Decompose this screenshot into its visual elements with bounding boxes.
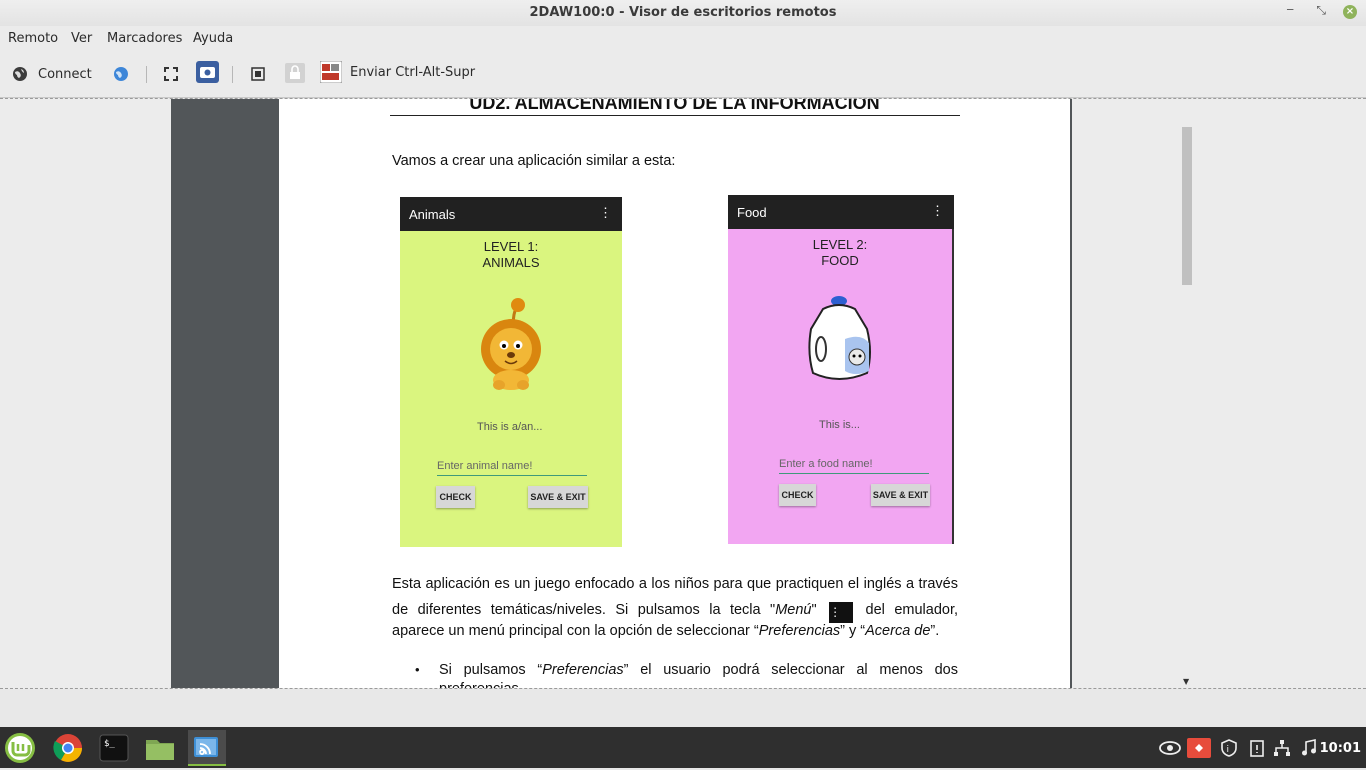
folder-icon: [146, 740, 174, 760]
heading-rule: [390, 115, 960, 116]
close-icon[interactable]: ×: [1343, 5, 1357, 19]
lion-image: [481, 298, 541, 390]
level-label: LEVEL 2:: [812, 237, 868, 252]
app-screenshot-animals: Animals ⋮ LEVEL 1: ANIMALS This is a/an.…: [400, 197, 622, 547]
remote-desktop-icon: [194, 737, 218, 757]
category-label: FOOD: [821, 253, 859, 268]
clock[interactable]: 10:01: [1320, 741, 1361, 756]
app-body: LEVEL 2: FOOD This is... Enter a food na…: [728, 229, 954, 544]
answer-input: Enter a food name!: [779, 458, 929, 474]
keyboard-grab-button[interactable]: [285, 63, 305, 83]
terminal-button[interactable]: $_: [96, 730, 132, 766]
taskbar: $_ i 10:01: [0, 727, 1366, 768]
keyboard-shortcut-icon: [320, 61, 342, 83]
paragraph-line: de diferentes temáticas/niveles. Si puls…: [392, 602, 958, 623]
window-titlebar: 2DAW100:0 - Visor de escritorios remotos…: [0, 0, 1366, 26]
menu-bar: Remoto Ver Marcadores Ayuda: [0, 26, 1366, 50]
scale-button[interactable]: [250, 65, 266, 83]
scale-icon: [251, 67, 265, 81]
linux-mint-icon: [5, 733, 35, 763]
check-button: CHECK: [779, 484, 816, 506]
connect-button[interactable]: Connect: [12, 65, 92, 83]
window-title: 2DAW100:0 - Visor de escritorios remotos: [529, 5, 837, 20]
level-label: LEVEL 1:: [483, 239, 539, 254]
send-ctrl-alt-del-button[interactable]: Enviar Ctrl-Alt-Supr: [320, 61, 476, 83]
app-body: LEVEL 1: ANIMALS This is a/an... Enter a…: [400, 231, 622, 547]
bullet-text-continued: preferencias: [439, 681, 519, 689]
milk-jug-image: [808, 296, 871, 380]
chrome-icon: [53, 734, 82, 762]
menu-key-icon: ⋮: [829, 602, 854, 623]
terminal-icon: $_: [99, 734, 129, 762]
anydesk-icon[interactable]: [1187, 738, 1211, 758]
connect-label: Connect: [38, 66, 92, 82]
scroll-down-icon[interactable]: ▼: [1183, 677, 1189, 686]
svg-text:$_: $_: [104, 739, 115, 749]
fullscreen-icon: [164, 67, 178, 81]
app-action-bar: Food ⋮: [728, 195, 954, 229]
globe-dark-icon: [13, 67, 27, 81]
redshift-eye-icon[interactable]: [1159, 739, 1181, 757]
restore-icon[interactable]: ⤡: [1316, 3, 1326, 18]
bullet-text: Si pulsamos “Preferencias” el usuario po…: [439, 662, 958, 678]
answer-input: Enter animal name!: [437, 460, 587, 476]
clipboard-icon[interactable]: [1248, 739, 1266, 757]
pdf-page: UD2. ALMACENAMIENTO DE LA INFORMACIÓN Va…: [279, 99, 1070, 689]
document-heading: UD2. ALMACENAMIENTO DE LA INFORMACIÓN: [469, 99, 880, 113]
toolbar: Connect Enviar Ctrl-Alt-Supr: [0, 50, 1366, 98]
intro-paragraph: Vamos a crear una aplicación similar a e…: [392, 153, 676, 169]
bullet-icon: •: [415, 662, 420, 677]
toolbar-separator: [146, 66, 147, 83]
screenshot-button[interactable]: [196, 61, 219, 83]
overflow-menu-icon: ⋮: [599, 205, 612, 220]
app-screenshot-food: Food ⋮ LEVEL 2: FOOD This is... Enter a …: [728, 195, 954, 544]
paragraph-line: aparece un menú principal con la opción …: [392, 623, 940, 639]
hint-text: This is a/an...: [477, 421, 543, 433]
menu-marcadores[interactable]: Marcadores: [107, 31, 182, 46]
menu-remoto[interactable]: Remoto: [8, 31, 58, 46]
send-ctrl-alt-del-label: Enviar Ctrl-Alt-Supr: [350, 64, 476, 80]
mint-menu-button[interactable]: [2, 730, 38, 766]
minimize-icon[interactable]: ‒: [1286, 2, 1294, 16]
chrome-button[interactable]: [50, 730, 86, 766]
globe-blue-icon: [114, 67, 128, 81]
sound-icon[interactable]: [1299, 739, 1319, 757]
app-title: Food: [737, 205, 767, 220]
save-exit-button: SAVE & EXIT: [528, 486, 588, 508]
scrollbar-thumb[interactable]: [1182, 127, 1192, 285]
toolbar-separator: [232, 66, 233, 83]
menu-ayuda[interactable]: Ayuda: [193, 31, 233, 46]
app-title: Animals: [409, 207, 456, 222]
camera-icon: [196, 61, 219, 83]
fullscreen-button[interactable]: [163, 65, 179, 83]
save-exit-button: SAVE & EXIT: [871, 484, 930, 506]
lock-icon: [285, 63, 305, 83]
check-button: CHECK: [436, 486, 475, 508]
remote-desktop-view[interactable]: UD2. ALMACENAMIENTO DE LA INFORMACIÓN Va…: [0, 98, 1366, 689]
remote-viewer-button[interactable]: [188, 730, 226, 766]
app-action-bar: Animals ⋮: [400, 197, 622, 231]
network-icon[interactable]: [1272, 739, 1292, 757]
paragraph-line: Esta aplicación es un juego enfocado a l…: [392, 576, 958, 592]
hint-text: This is...: [819, 419, 860, 431]
files-button[interactable]: [142, 730, 178, 766]
menu-ver[interactable]: Ver: [71, 31, 92, 46]
bookmark-globe-button[interactable]: [113, 65, 129, 83]
overflow-menu-icon: ⋮: [931, 203, 944, 218]
shield-icon[interactable]: i: [1219, 739, 1239, 757]
category-label: ANIMALS: [482, 255, 540, 270]
svg-text:i: i: [1227, 745, 1230, 755]
